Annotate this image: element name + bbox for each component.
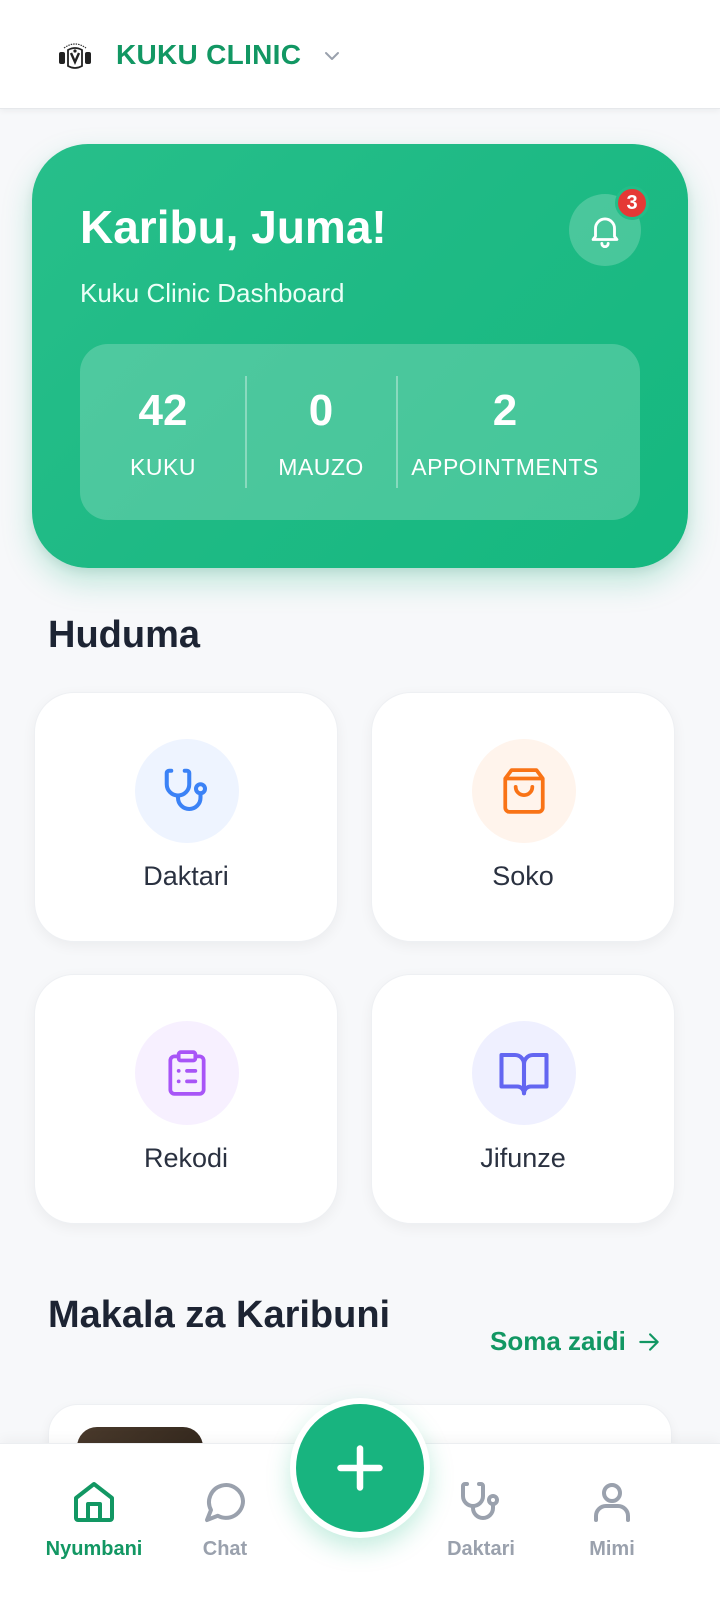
chevron-down-icon[interactable] (322, 46, 342, 66)
service-label: Rekodi (143, 1143, 229, 1173)
read-more-link[interactable]: Soma zaidi (490, 1326, 662, 1357)
notification-badge: 3 (615, 186, 649, 220)
service-label: Daktari (143, 861, 229, 891)
nav-label: Nyumbani (45, 1538, 143, 1560)
arrow-right-icon (639, 1332, 659, 1351)
stat-value: 2 (492, 386, 518, 435)
nav-item-mimi[interactable]: Mimi (552, 1478, 672, 1578)
stat-label: APPOINTMENTS (411, 454, 599, 480)
stethoscope-icon (461, 1482, 499, 1520)
bell-icon (591, 217, 619, 248)
service-icon-bg (135, 1021, 239, 1125)
service-card-daktari[interactable]: Daktari (34, 692, 338, 942)
stethoscope-icon (164, 768, 208, 811)
stat-mauzo: 0 MAUZO (246, 344, 396, 520)
stat-value: 42 (138, 386, 188, 435)
service-card-rekodi[interactable]: Rekodi (34, 974, 338, 1224)
articles-title: Makala za Karibuni (48, 1294, 391, 1336)
service-card-jifunze[interactable]: Jifunze (371, 974, 675, 1224)
greeting-heading: Karibu, Juma! (80, 201, 387, 253)
plus-icon (337, 1445, 383, 1491)
nav-item-nyumbani[interactable]: Nyumbani (34, 1478, 154, 1578)
stat-kuku: 42 KUKU (80, 344, 246, 520)
stats-panel: 42 KUKU 0 MAUZO 2 APPOINTMENTS (80, 344, 640, 520)
shopping-bag-icon (503, 768, 545, 814)
stat-value: 0 (308, 386, 334, 435)
nav-label: Mimi (589, 1538, 635, 1560)
chat-bubble-icon (205, 1483, 245, 1522)
app-header: KUKU CLINIC (0, 0, 720, 109)
stat-label: KUKU (130, 454, 196, 480)
services-title: Huduma (48, 614, 200, 656)
brand-title[interactable]: KUKU CLINIC (116, 39, 301, 71)
service-card-soko[interactable]: Soko (371, 692, 675, 942)
home-icon (74, 1482, 114, 1522)
service-icon-bg (135, 739, 239, 843)
dashboard-subtitle: Kuku Clinic Dashboard (80, 278, 345, 308)
service-label: Soko (492, 861, 554, 891)
nav-label: Chat (202, 1538, 248, 1560)
clipboard-list-icon (168, 1050, 206, 1096)
add-button-inner (296, 1404, 424, 1532)
add-button[interactable] (290, 1398, 430, 1538)
service-icon-bg (472, 739, 576, 843)
read-more-label: Soma zaidi (490, 1326, 626, 1356)
user-icon (594, 1483, 630, 1522)
stat-appointments: 2 APPOINTMENTS (398, 344, 612, 520)
nav-item-daktari[interactable]: Daktari (421, 1478, 541, 1578)
nav-label: Daktari (447, 1538, 515, 1560)
service-icon-bg (472, 1021, 576, 1125)
nav-item-chat[interactable]: Chat (165, 1478, 285, 1578)
stat-label: MAUZO (278, 454, 364, 480)
book-open-icon (499, 1052, 549, 1096)
rooster-logo-icon (59, 43, 91, 69)
service-label: Jifunze (480, 1143, 566, 1173)
welcome-card: Karibu, Juma! Kuku Clinic Dashboard 3 42… (32, 144, 688, 568)
